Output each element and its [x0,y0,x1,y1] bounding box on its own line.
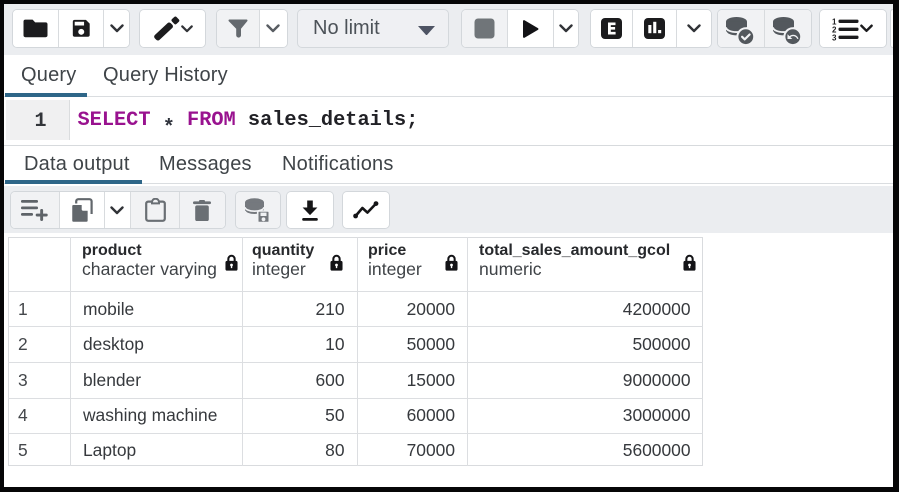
svg-text:3: 3 [832,33,837,41]
